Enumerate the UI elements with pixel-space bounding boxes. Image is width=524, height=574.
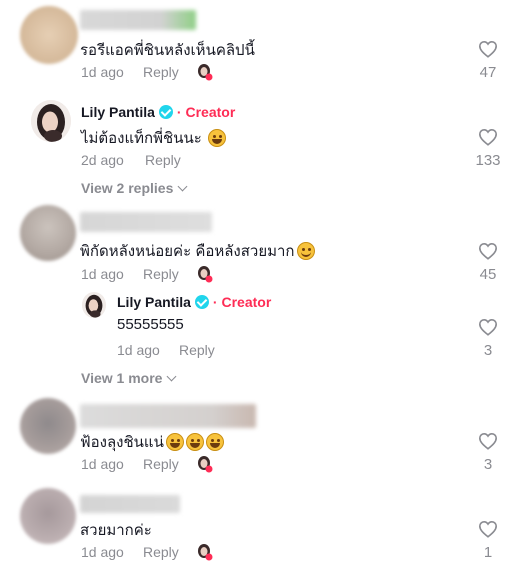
commenter-avatar[interactable] — [20, 398, 76, 454]
reply-button[interactable]: Reply — [143, 64, 179, 80]
commenter-avatar[interactable] — [20, 6, 78, 64]
comment-time: 1d ago — [81, 64, 124, 80]
creator-liked-avatar-icon — [198, 64, 213, 81]
verified-icon — [158, 105, 173, 119]
like-button[interactable]: 133 — [468, 128, 508, 169]
chevron-down-icon — [177, 181, 188, 191]
reply-button[interactable]: Reply — [143, 544, 179, 560]
comment-text: ไม่ต้องแท็กพี่ชินนะ — [81, 126, 226, 150]
creator-badge: · Creator — [212, 294, 272, 310]
like-button[interactable]: 45 — [468, 242, 508, 283]
heart-icon — [478, 432, 498, 450]
commenter-username-blurred[interactable] — [80, 495, 180, 513]
comment-meta: 1d ago Reply — [81, 266, 179, 282]
comment-text: สวยมากค่ะ — [80, 522, 152, 539]
commenter-avatar[interactable] — [20, 488, 76, 544]
creator-badge: · Creator — [176, 104, 236, 120]
comment-text: ฟ้องลุงชินแน่ — [80, 430, 224, 454]
creator-liked-avatar-icon — [198, 456, 213, 473]
reply-button[interactable]: Reply — [143, 456, 179, 472]
verified-icon — [194, 295, 209, 309]
comment-time: 1d ago — [81, 266, 124, 282]
creator-avatar-image — [82, 292, 106, 318]
like-count: 47 — [479, 64, 497, 81]
comment-meta: 2d ago Reply — [81, 152, 181, 168]
comment-meta: 1d ago Reply — [81, 64, 179, 80]
creator-username[interactable]: Lily Pantila · Creator — [81, 104, 235, 120]
grin-emoji-icon — [207, 129, 226, 147]
reply-meta: 1d ago Reply — [117, 342, 215, 358]
heart-icon — [478, 520, 498, 538]
commenter-username-blurred[interactable] — [80, 212, 212, 232]
heart-icon — [478, 318, 498, 336]
commenter-username-blurred[interactable] — [80, 10, 196, 30]
creator-liked-avatar-icon — [198, 544, 213, 561]
like-button[interactable]: 47 — [468, 40, 508, 81]
heart-icon — [478, 128, 498, 146]
grin-emoji-icon — [205, 433, 224, 451]
commenter-username-blurred[interactable] — [80, 404, 256, 428]
comment-text: พิกัดหลังหน่อยค่ะ คือหลังสวยมาก — [80, 239, 315, 263]
reply-button[interactable]: Reply — [179, 342, 215, 358]
comment-meta: 1d ago Reply — [81, 544, 179, 560]
chevron-down-icon — [167, 371, 177, 381]
like-count: 3 — [483, 456, 493, 473]
like-count: 3 — [483, 342, 493, 359]
heart-icon — [478, 40, 498, 58]
like-button[interactable]: 3 — [468, 432, 508, 473]
creator-avatar-image — [31, 100, 71, 142]
comment-text: รอรีแอคพี่ชินหลังเห็นคลิปนี้ — [80, 42, 255, 59]
creator-liked-avatar-icon — [198, 266, 213, 283]
smile-emoji-icon — [296, 242, 315, 260]
creator-username[interactable]: Lily Pantila · Creator — [117, 294, 271, 310]
reply-button[interactable]: Reply — [145, 152, 181, 168]
reply-button[interactable]: Reply — [143, 266, 179, 282]
creator-avatar[interactable] — [31, 100, 71, 142]
like-count: 45 — [479, 266, 497, 283]
like-count: 133 — [475, 152, 501, 169]
reply-time: 1d ago — [117, 342, 160, 358]
comment-time: 1d ago — [81, 544, 124, 560]
like-button[interactable]: 3 — [468, 318, 508, 359]
comment-meta: 1d ago Reply — [81, 456, 179, 472]
like-count: 1 — [483, 544, 493, 561]
heart-icon — [478, 242, 498, 260]
commenter-avatar[interactable] — [20, 205, 76, 261]
grin-emoji-icon — [185, 433, 204, 451]
comment-time: 1d ago — [81, 456, 124, 472]
creator-avatar[interactable] — [82, 292, 106, 318]
view-more-replies-button[interactable]: View 1 more — [81, 370, 177, 386]
grin-emoji-icon — [165, 433, 184, 451]
reply-text: 55555555 — [117, 316, 184, 333]
like-button[interactable]: 1 — [468, 520, 508, 561]
view-replies-button[interactable]: View 2 replies — [81, 180, 188, 196]
comment-time: 2d ago — [81, 152, 124, 168]
